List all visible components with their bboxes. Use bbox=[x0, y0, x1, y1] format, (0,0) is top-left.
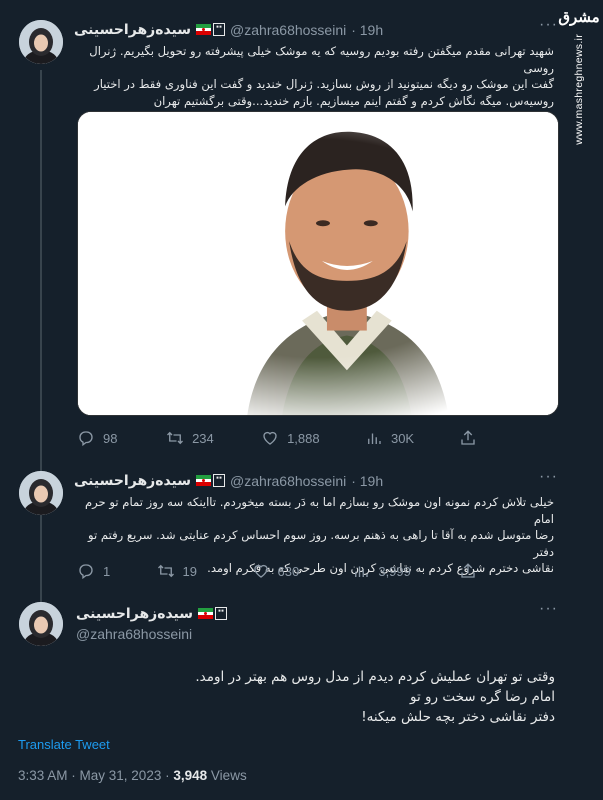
tweet-timestamp[interactable]: 3:33 AM · May 31, 2023 · bbox=[18, 768, 170, 783]
reply-button[interactable]: 1 bbox=[77, 562, 157, 580]
reply-button[interactable]: 98 bbox=[77, 429, 166, 447]
name-badges: ▪▪ bbox=[196, 474, 226, 487]
iran-flag-icon bbox=[198, 608, 214, 619]
like-icon bbox=[263, 431, 277, 445]
tweet-body: شهید تهرانی مقدم میگفتن رفته بودیم روسیه… bbox=[74, 43, 554, 109]
watermark: مشرق www.mashreghnews.ir bbox=[558, 8, 600, 145]
share-button[interactable] bbox=[459, 429, 477, 447]
share-icon bbox=[461, 430, 475, 445]
reply-count: 1 bbox=[103, 563, 111, 579]
avatar[interactable] bbox=[19, 20, 63, 64]
frame-icon: ▪▪ bbox=[213, 474, 226, 487]
tweet-header: سیده‌زهراحسینی ▪▪ bbox=[76, 605, 228, 622]
views-icon bbox=[355, 566, 369, 577]
views-label: Views bbox=[210, 768, 247, 783]
reply-count: 98 bbox=[103, 430, 118, 446]
tweet-time[interactable]: · 19h bbox=[351, 473, 383, 489]
view-count: 3,948 bbox=[173, 768, 208, 783]
main-tweet-body: وقتی تو تهران عملیش کردم دیدم از مدل روس… bbox=[40, 667, 555, 727]
retweet-count: 234 bbox=[192, 430, 214, 446]
tweet-line: گفت این موشک رو دیگه نمیتونید از روش بسا… bbox=[94, 77, 554, 91]
handle[interactable]: @zahra68hosseini bbox=[230, 22, 346, 38]
tweet-actions: 1 19 630 3,999 bbox=[77, 562, 477, 580]
retweet-count: 19 bbox=[182, 563, 197, 579]
portrait-image bbox=[78, 112, 558, 415]
display-name[interactable]: سیده‌زهراحسینی bbox=[74, 21, 191, 38]
like-count: 630 bbox=[277, 563, 300, 579]
tweet-header: سیده‌زهراحسینی ▪▪ @zahra68hosseini · 19h bbox=[74, 472, 383, 489]
avatar-image bbox=[19, 20, 63, 64]
views-button[interactable]: 3,999 bbox=[352, 562, 459, 580]
share-icon bbox=[461, 563, 475, 578]
views-button[interactable]: 30K bbox=[365, 429, 459, 447]
tweet-line: امام رضا گره سخت رو تو bbox=[409, 689, 555, 705]
tweet-time[interactable]: · 19h bbox=[351, 22, 383, 38]
translate-tweet-link[interactable]: Translate Tweet bbox=[18, 737, 110, 752]
tweet-photo[interactable] bbox=[77, 111, 559, 416]
views-icon bbox=[368, 433, 381, 444]
handle[interactable]: @zahra68hosseini bbox=[230, 473, 346, 489]
tweet-line: رضا متوسل شدم به آقا تا راهی به ذهنم برس… bbox=[87, 528, 554, 559]
more-icon[interactable]: ··· bbox=[539, 468, 558, 486]
tweet-header: سیده‌زهراحسینی ▪▪ @zahra68hosseini · 19h bbox=[74, 21, 383, 38]
like-count: 1,888 bbox=[287, 430, 320, 446]
like-icon bbox=[253, 564, 268, 578]
thread-connector-line bbox=[40, 70, 42, 602]
watermark-logo: مشرق bbox=[558, 8, 600, 26]
avatar-image bbox=[19, 602, 63, 646]
more-icon[interactable]: ··· bbox=[539, 16, 558, 34]
frame-icon: ▪▪ bbox=[213, 23, 226, 36]
retweet-icon bbox=[167, 431, 184, 445]
views-count: 3,999 bbox=[378, 563, 411, 579]
watermark-url: www.mashreghnews.ir bbox=[573, 34, 585, 145]
avatar-image bbox=[19, 471, 63, 515]
tweet-line: دفتر نقاشی دختر بچه حلش میکنه! bbox=[361, 709, 555, 725]
retweet-button[interactable]: 234 bbox=[166, 429, 261, 447]
tweet-metadata: 3:33 AM · May 31, 2023 · 3,948 Views bbox=[18, 768, 247, 783]
tweet-line: شهید تهرانی مقدم میگفتن رفته بودیم روسیه… bbox=[89, 44, 554, 75]
display-name[interactable]: سیده‌زهراحسینی bbox=[74, 472, 191, 489]
tweet-line: خیلی تلاش کردم نمونه اون موشک رو بسازم ا… bbox=[84, 495, 554, 526]
views-count: 30K bbox=[390, 430, 415, 446]
tweet-line: روسیه‌س. میگه نگاش کردم و گفتم اینم میسا… bbox=[153, 93, 554, 108]
like-button[interactable]: 630 bbox=[252, 562, 353, 580]
display-name[interactable]: سیده‌زهراحسینی bbox=[76, 605, 193, 622]
reply-icon bbox=[79, 564, 93, 580]
tweet-line: وقتی تو تهران عملیش کردم دیدم از مدل روس… bbox=[195, 669, 555, 685]
like-button[interactable]: 1,888 bbox=[261, 429, 365, 447]
handle[interactable]: @zahra68hosseini bbox=[76, 626, 192, 642]
handle-row: @zahra68hosseini bbox=[76, 626, 192, 642]
reply-icon bbox=[79, 431, 93, 447]
avatar[interactable] bbox=[19, 602, 63, 646]
iran-flag-icon bbox=[196, 475, 212, 486]
share-button[interactable] bbox=[459, 562, 477, 580]
more-icon[interactable]: ··· bbox=[539, 600, 558, 618]
avatar[interactable] bbox=[19, 471, 63, 515]
name-badges: ▪▪ bbox=[198, 607, 228, 620]
frame-icon: ▪▪ bbox=[215, 607, 228, 620]
iran-flag-icon bbox=[196, 24, 212, 35]
name-badges: ▪▪ bbox=[196, 23, 226, 36]
retweet-icon bbox=[157, 564, 174, 578]
retweet-button[interactable]: 19 bbox=[157, 562, 252, 580]
tweet-actions: 98 234 1,888 30K bbox=[77, 429, 477, 447]
